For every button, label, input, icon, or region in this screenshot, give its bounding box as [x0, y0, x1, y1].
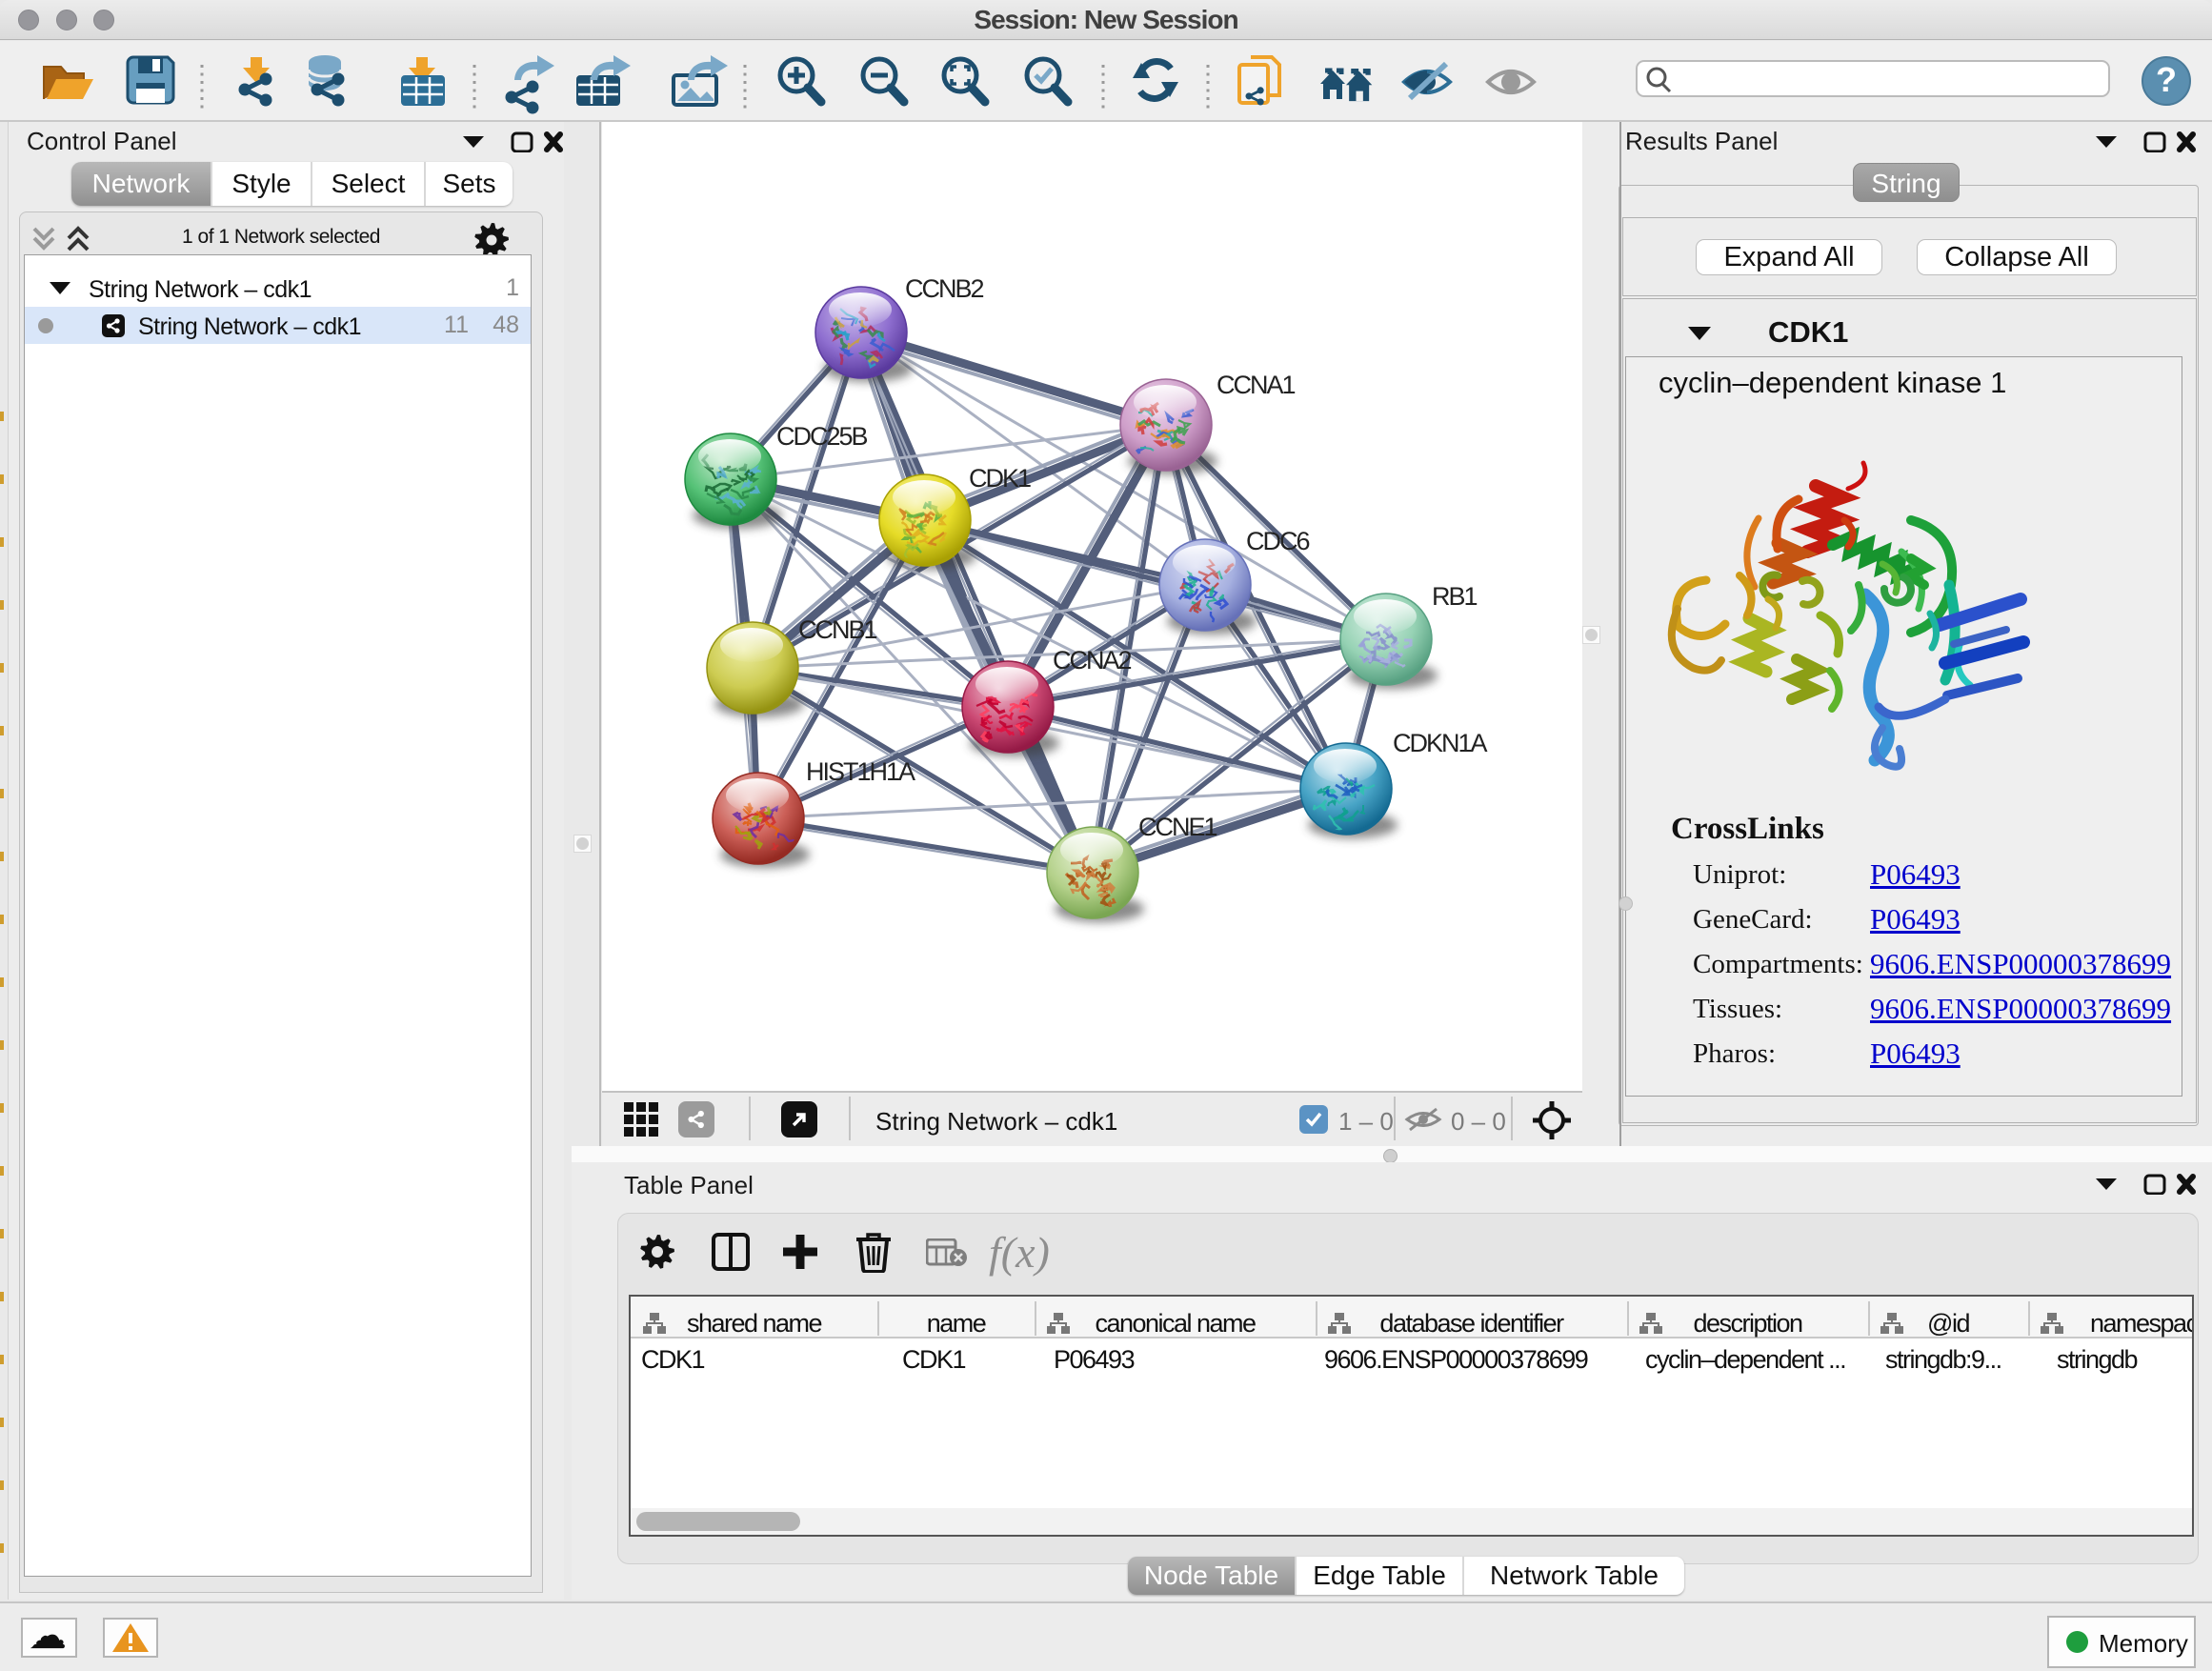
svg-text:CCNA2: CCNA2 [1053, 646, 1132, 674]
svg-text:CDKN1A: CDKN1A [1393, 729, 1488, 757]
svg-text:RB1: RB1 [1432, 582, 1478, 611]
svg-text:CDK1: CDK1 [969, 464, 1031, 493]
svg-text:HIST1H1A: HIST1H1A [806, 757, 915, 786]
svg-text:CDC6: CDC6 [1246, 527, 1309, 555]
svg-text:CCNB1: CCNB1 [798, 615, 877, 644]
svg-text:CCNB2: CCNB2 [905, 274, 984, 303]
svg-text:CDC25B: CDC25B [776, 422, 868, 451]
svg-text:CCNA1: CCNA1 [1217, 371, 1296, 399]
svg-text:CCNE1: CCNE1 [1138, 813, 1217, 841]
